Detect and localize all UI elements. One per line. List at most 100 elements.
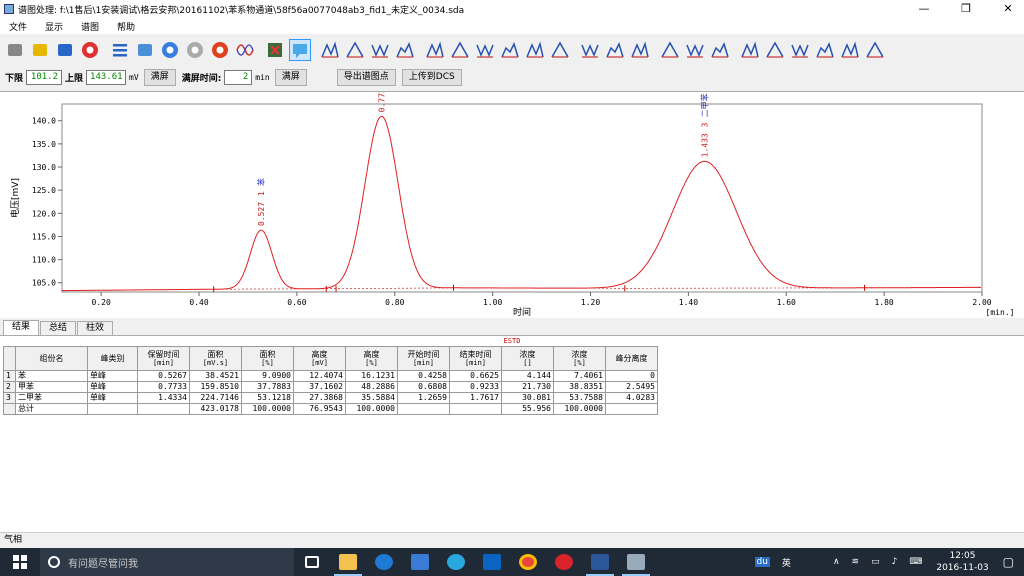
taskbar-chromatogram-app[interactable]	[618, 548, 654, 576]
ime-language[interactable]: 英	[782, 556, 791, 569]
peak-tool-11-button[interactable]	[579, 39, 601, 61]
open-folder-button[interactable]	[29, 39, 51, 61]
sine-button[interactable]	[234, 39, 256, 61]
chevron-up-icon[interactable]: ∧	[833, 557, 840, 567]
scan-button[interactable]	[134, 39, 156, 61]
column-header[interactable]: 峰分离度	[605, 346, 658, 371]
x-tick-label: 1.20	[581, 298, 600, 307]
column-header[interactable]: 保留时间 [min]	[137, 346, 190, 371]
peak-tool-20-button[interactable]	[814, 39, 836, 61]
menu-help[interactable]: 帮助	[108, 20, 144, 33]
fullscreen-y-button[interactable]: 满屏	[143, 68, 176, 86]
taskbar-edge[interactable]	[366, 548, 402, 576]
menu-file[interactable]: 文件	[0, 20, 36, 33]
export-points-button[interactable]: 导出谱图点	[336, 68, 396, 86]
table-row[interactable]: 3 二甲苯 单峰 1.4334 224.7146 53.1218 27.3868 35.588…	[3, 392, 658, 404]
peak-tool-4-icon	[396, 41, 414, 58]
column-header[interactable]: 高度 [mV]	[293, 346, 346, 371]
peak-tool-3-button[interactable]	[369, 39, 391, 61]
list-button[interactable]	[109, 39, 131, 61]
message-button[interactable]	[289, 39, 311, 61]
peak-tool-2-button[interactable]	[344, 39, 366, 61]
table-row[interactable]: 1 苯单峰 0.5267 38.4521 9.0900 12.4074 16.1231 0.4…	[3, 370, 658, 382]
peak-tool-15-button[interactable]	[684, 39, 706, 61]
settings-button[interactable]	[4, 39, 26, 61]
record-button[interactable]	[209, 39, 231, 61]
keyboard-icon[interactable]: ⌨	[909, 557, 922, 567]
peak-tool-16-button[interactable]	[709, 39, 731, 61]
menu-chromatogram[interactable]: 谱图	[72, 20, 108, 33]
table-row[interactable]: 总计 423.0178 100.0000 76.9543 100.0000 55.956 1…	[3, 403, 658, 415]
results-table: 组份名 峰类别 保留时间 [min] 面积 [mV.s] 面积 [%] 高度 [mV] 高度 [%] 开…	[3, 346, 658, 415]
x-box-button[interactable]	[264, 39, 286, 61]
column-header-unit: [min]	[412, 358, 435, 367]
column-header[interactable]: 开始时间 [min]	[397, 346, 450, 371]
save-button[interactable]	[54, 39, 76, 61]
task-view-button[interactable]	[294, 548, 330, 576]
peak-tool-14-button[interactable]	[659, 39, 681, 61]
column-header[interactable]: 浓度[]	[501, 346, 554, 371]
music-icon	[555, 554, 573, 570]
play-button[interactable]	[159, 39, 181, 61]
lower-limit-field[interactable]: 101.2	[26, 69, 63, 85]
taskbar-netease[interactable]	[546, 548, 582, 576]
peak-tool-1-button[interactable]	[319, 39, 341, 61]
table-row[interactable]: 2 甲苯 单峰 0.7733 159.8510 37.7883 37.1602 48.2886…	[3, 381, 658, 393]
peak-tool-9-button[interactable]	[524, 39, 546, 61]
chromatogram-chart[interactable]: 105.0 110.0 115.0 120.0 125.0 130.0 135.0 140.0…	[0, 91, 1024, 318]
peak-tool-12-button[interactable]	[604, 39, 626, 61]
minimize-icon[interactable]: —	[904, 0, 944, 18]
peak-tool-5-button[interactable]	[424, 39, 446, 61]
chromatogram-svg[interactable]: 105.0 110.0 115.0 120.0 125.0 130.0 135.0 140.0…	[0, 92, 1024, 319]
close-red-button[interactable]	[79, 39, 101, 61]
column-header[interactable]: 高度 [%]	[345, 346, 398, 371]
network-icon[interactable]: ≋	[852, 557, 860, 567]
peak-label: 0.7732甲苯	[378, 92, 387, 112]
fullscreen-x-button[interactable]: 满屏	[274, 68, 307, 86]
taskbar-explorer[interactable]	[330, 548, 366, 576]
taskbar-search[interactable]: 有问题尽管问我	[40, 548, 294, 576]
peak-tool-22-button[interactable]	[864, 39, 886, 61]
tab-summary[interactable]: 总结	[40, 321, 77, 335]
start-button[interactable]	[0, 548, 40, 576]
tab-results[interactable]: 结果	[3, 320, 40, 335]
full-time-field[interactable]: 2	[224, 69, 253, 85]
stop-button[interactable]	[184, 39, 206, 61]
peak-tool-8-button[interactable]	[499, 39, 521, 61]
column-header[interactable]: 峰类别	[87, 346, 138, 371]
upper-limit-field[interactable]: 143.61	[86, 69, 127, 85]
volume-icon[interactable]: ♪	[892, 557, 898, 567]
peak-tool-18-button[interactable]	[764, 39, 786, 61]
notification-icon[interactable]: ▢	[1003, 555, 1014, 569]
edge-icon	[375, 554, 393, 570]
clock[interactable]: 12:05 2016-11-03	[936, 550, 988, 574]
column-header[interactable]: 结束时间 [min]	[449, 346, 502, 371]
table-cell: 1.7617	[449, 392, 502, 404]
column-header[interactable]: 浓度 [%]	[553, 346, 606, 371]
column-header[interactable]: 面积 [%]	[241, 346, 294, 371]
taskbar-chrome[interactable]	[510, 548, 546, 576]
taskbar-ie[interactable]	[438, 548, 474, 576]
peak-tool-21-button[interactable]	[839, 39, 861, 61]
ime-du-icon[interactable]: du	[754, 557, 770, 567]
column-header-unit: [mV.s]	[202, 358, 229, 367]
taskbar-outlook[interactable]	[474, 548, 510, 576]
taskbar-word[interactable]	[582, 548, 618, 576]
upload-dcs-button[interactable]: 上传到DCS	[401, 68, 462, 86]
column-header[interactable]: 面积 [mV.s]	[189, 346, 242, 371]
column-header[interactable]: 组份名	[15, 346, 88, 371]
peak-tool-6-button[interactable]	[449, 39, 471, 61]
peak-tool-7-button[interactable]	[474, 39, 496, 61]
x-box-icon	[268, 43, 282, 57]
battery-icon[interactable]: ▭	[871, 557, 880, 567]
maximize-icon[interactable]: ❐	[946, 0, 986, 18]
tab-column-efficiency[interactable]: 柱效	[77, 321, 114, 335]
peak-tool-13-button[interactable]	[629, 39, 651, 61]
peak-tool-17-button[interactable]	[739, 39, 761, 61]
peak-tool-19-button[interactable]	[789, 39, 811, 61]
peak-tool-10-button[interactable]	[549, 39, 571, 61]
taskbar-store[interactable]	[402, 548, 438, 576]
menu-view[interactable]: 显示	[36, 20, 72, 33]
peak-tool-4-button[interactable]	[394, 39, 416, 61]
close-icon[interactable]: ✕	[988, 0, 1024, 18]
